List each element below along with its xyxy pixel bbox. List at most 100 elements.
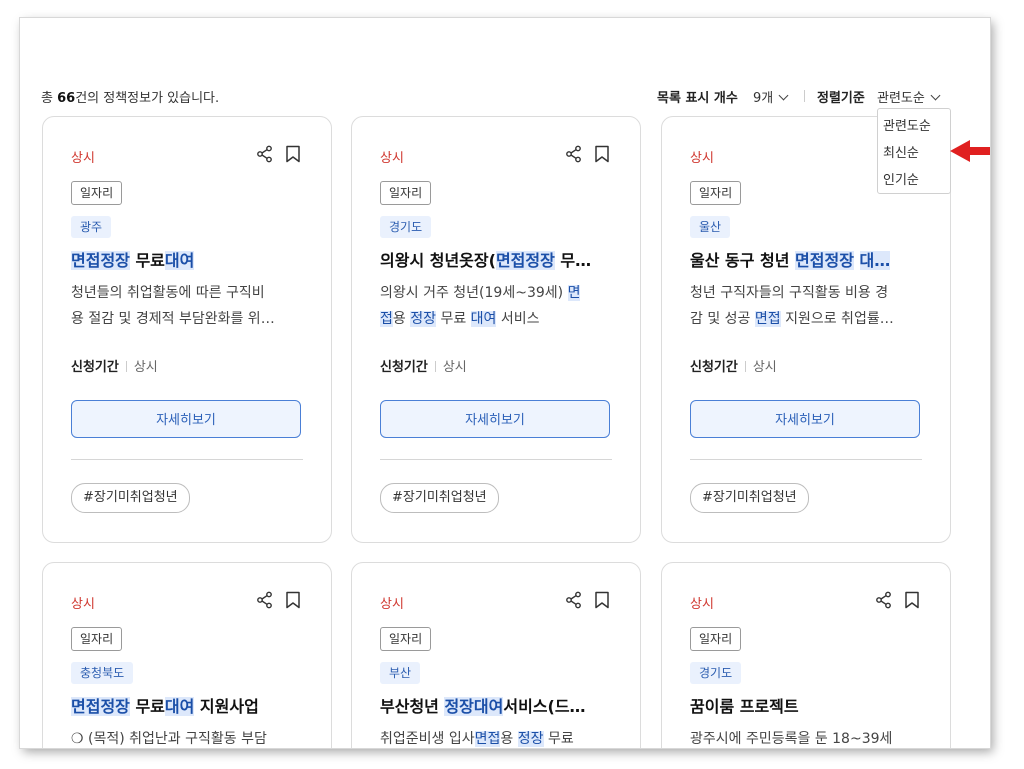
chevron-down-icon	[778, 90, 789, 101]
region-chip: 광주	[71, 216, 112, 238]
highlighted-keyword: 면접정장	[71, 697, 130, 716]
bookmark-icon[interactable]	[285, 591, 301, 609]
category-chip: 일자리	[690, 181, 742, 205]
category-chip: 일자리	[380, 181, 432, 205]
text-segment: 의왕시 거주 청년(19세~39세)	[380, 285, 568, 301]
region-chip: 울산	[690, 216, 731, 238]
description-line: 청년들의 취업활동에 따른 구직비	[71, 280, 306, 306]
sort-option-popular[interactable]: 인기순	[883, 169, 919, 188]
toolbar-divider	[804, 90, 805, 102]
share-icon[interactable]	[565, 145, 583, 163]
result-count: 총 66건의 정책정보가 있습니다.	[41, 91, 220, 106]
results-toolbar: 총 66건의 정책정보가 있습니다. 목록 표시 개수 9개 정렬기준 관련도순	[20, 86, 990, 108]
share-icon[interactable]	[256, 591, 274, 609]
text-segment: 지원사업	[194, 697, 259, 716]
text-segment: 서비스	[496, 311, 540, 327]
text-segment: 무료	[543, 731, 574, 747]
share-icon[interactable]	[875, 591, 893, 609]
text-segment: 무료	[436, 311, 471, 327]
text-segment: 울산 동구 청년	[690, 251, 796, 270]
highlighted-keyword: 면접	[754, 311, 781, 327]
application-period: 신청기간 상시	[690, 360, 777, 375]
view-details-button[interactable]: 자세히보기	[690, 400, 920, 438]
text-segment: 용 절감 및 경제적 부담완화를 위…	[71, 311, 275, 327]
category-chip: 일자리	[71, 181, 123, 205]
policy-card: 상시 일자리 경기도 꿈이룸 프로젝트 광주시에 주민등록을 둔 18~39세	[661, 562, 951, 748]
status-label: 상시	[380, 151, 404, 166]
description-line: 취업준비생 입사면접용 정장 무료	[380, 726, 615, 748]
card-divider	[690, 459, 922, 460]
card-title[interactable]: 의왕시 청년옷장(면접정장 무…	[380, 247, 618, 271]
card-description: 청년들의 취업활동에 따른 구직비 용 절감 및 경제적 부담완화를 위…	[71, 280, 306, 332]
region-chip: 부산	[380, 662, 421, 684]
highlighted-keyword: 면접정장	[795, 251, 854, 270]
card-divider	[380, 459, 612, 460]
description-line: 접용 정장 무료 대여 서비스	[380, 306, 615, 332]
sort-option-relevance[interactable]: 관련도순	[883, 115, 931, 134]
bookmark-icon[interactable]	[285, 145, 301, 163]
policy-card: 상시 일자리 경기도 의왕시 청년옷장(면접정장 무… 의왕시 거주 청년(19…	[351, 116, 641, 543]
category-chip: 일자리	[71, 627, 123, 651]
text-segment: ❍ (목적) 취업난과 구직활동 부담	[71, 731, 267, 747]
text-segment: 무료	[129, 251, 165, 270]
highlighted-keyword: 면접정장	[71, 251, 130, 270]
text-segment: 무료	[129, 697, 165, 716]
page-size-label: 목록 표시 개수	[657, 91, 738, 106]
browser-frame: 총 66건의 정책정보가 있습니다. 목록 표시 개수 9개 정렬기준 관련도순…	[20, 18, 990, 748]
card-title[interactable]: 면접정장 무료대여	[71, 247, 309, 271]
sort-label: 정렬기준	[817, 91, 865, 106]
highlighted-keyword: 정장	[410, 311, 436, 327]
text-segment: 의왕시 청년옷장(	[380, 251, 496, 270]
share-icon[interactable]	[565, 591, 583, 609]
application-period: 신청기간 상시	[380, 360, 467, 375]
share-icon[interactable]	[256, 145, 274, 163]
highlighted-keyword: 면접정장	[495, 251, 555, 270]
arrow-shape	[950, 140, 990, 162]
status-label: 상시	[690, 597, 714, 612]
hashtag-chip[interactable]: #장기미취업청년	[690, 483, 809, 513]
card-title[interactable]: 울산 동구 청년 면접정장 대…	[690, 247, 928, 271]
text-segment: 광주시에 주민등록을 둔 18~39세	[690, 731, 893, 747]
status-label: 상시	[380, 597, 404, 612]
hashtag-chip[interactable]: #장기미취업청년	[71, 483, 190, 513]
view-details-button[interactable]: 자세히보기	[380, 400, 610, 438]
card-title[interactable]: 꿈이룸 프로젝트	[690, 693, 928, 717]
policy-card: 상시 일자리 부산 부산청년 정장대여서비스(드… 취업준비생 입사면접용 정장…	[351, 562, 641, 748]
card-title[interactable]: 부산청년 정장대여서비스(드…	[380, 693, 618, 717]
description-line: 청년 구직자들의 구직활동 비용 경	[690, 280, 925, 306]
card-description: 광주시에 주민등록을 둔 18~39세	[690, 726, 925, 748]
hashtag-chip[interactable]: #장기미취업청년	[380, 483, 499, 513]
policy-card: 상시 일자리 광주 면접정장 무료대여 청년들의 취업활동에 따른 구직비 용 …	[42, 116, 332, 543]
text-segment: 지원으로 취업률…	[780, 311, 894, 327]
sort-option-latest[interactable]: 최신순	[883, 142, 919, 161]
application-period: 신청기간 상시	[71, 360, 158, 375]
sort-dropdown: 관련도순 최신순 인기순	[877, 108, 951, 194]
description-line: ❍ (목적) 취업난과 구직활동 부담	[71, 726, 306, 748]
card-title[interactable]: 면접정장 무료대여 지원사업	[71, 693, 309, 717]
text-segment	[854, 251, 860, 270]
sort-select[interactable]: 관련도순	[877, 87, 941, 106]
page-size-select[interactable]: 9개	[753, 87, 789, 106]
highlighted-keyword: 대여	[164, 251, 195, 270]
text-segment: 꿈이룸 프로젝트	[690, 697, 799, 716]
card-description: 취업준비생 입사면접용 정장 무료	[380, 726, 615, 748]
region-chip: 충청북도	[71, 662, 134, 684]
description-line: 의왕시 거주 청년(19세~39세) 면	[380, 280, 615, 306]
result-count-number: 66	[57, 91, 76, 106]
text-segment: 부산청년	[380, 697, 445, 716]
bookmark-icon[interactable]	[904, 591, 920, 609]
red-arrow-annotation	[950, 140, 990, 162]
text-segment: 서비스(드…	[503, 697, 586, 716]
view-details-button[interactable]: 자세히보기	[71, 400, 301, 438]
category-chip: 일자리	[690, 627, 742, 651]
region-chip: 경기도	[690, 662, 742, 684]
highlighted-keyword: 면	[567, 285, 581, 301]
card-description: 의왕시 거주 청년(19세~39세) 면 접용 정장 무료 대여 서비스	[380, 280, 615, 332]
highlighted-keyword: 정장	[517, 731, 544, 747]
text-segment: 무…	[554, 251, 592, 270]
highlighted-keyword: 정장대여	[444, 697, 504, 716]
bookmark-icon[interactable]	[594, 591, 610, 609]
status-label: 상시	[690, 151, 714, 166]
bookmark-icon[interactable]	[594, 145, 610, 163]
card-description: 청년 구직자들의 구직활동 비용 경 감 및 성공 면접 지원으로 취업률…	[690, 280, 925, 332]
